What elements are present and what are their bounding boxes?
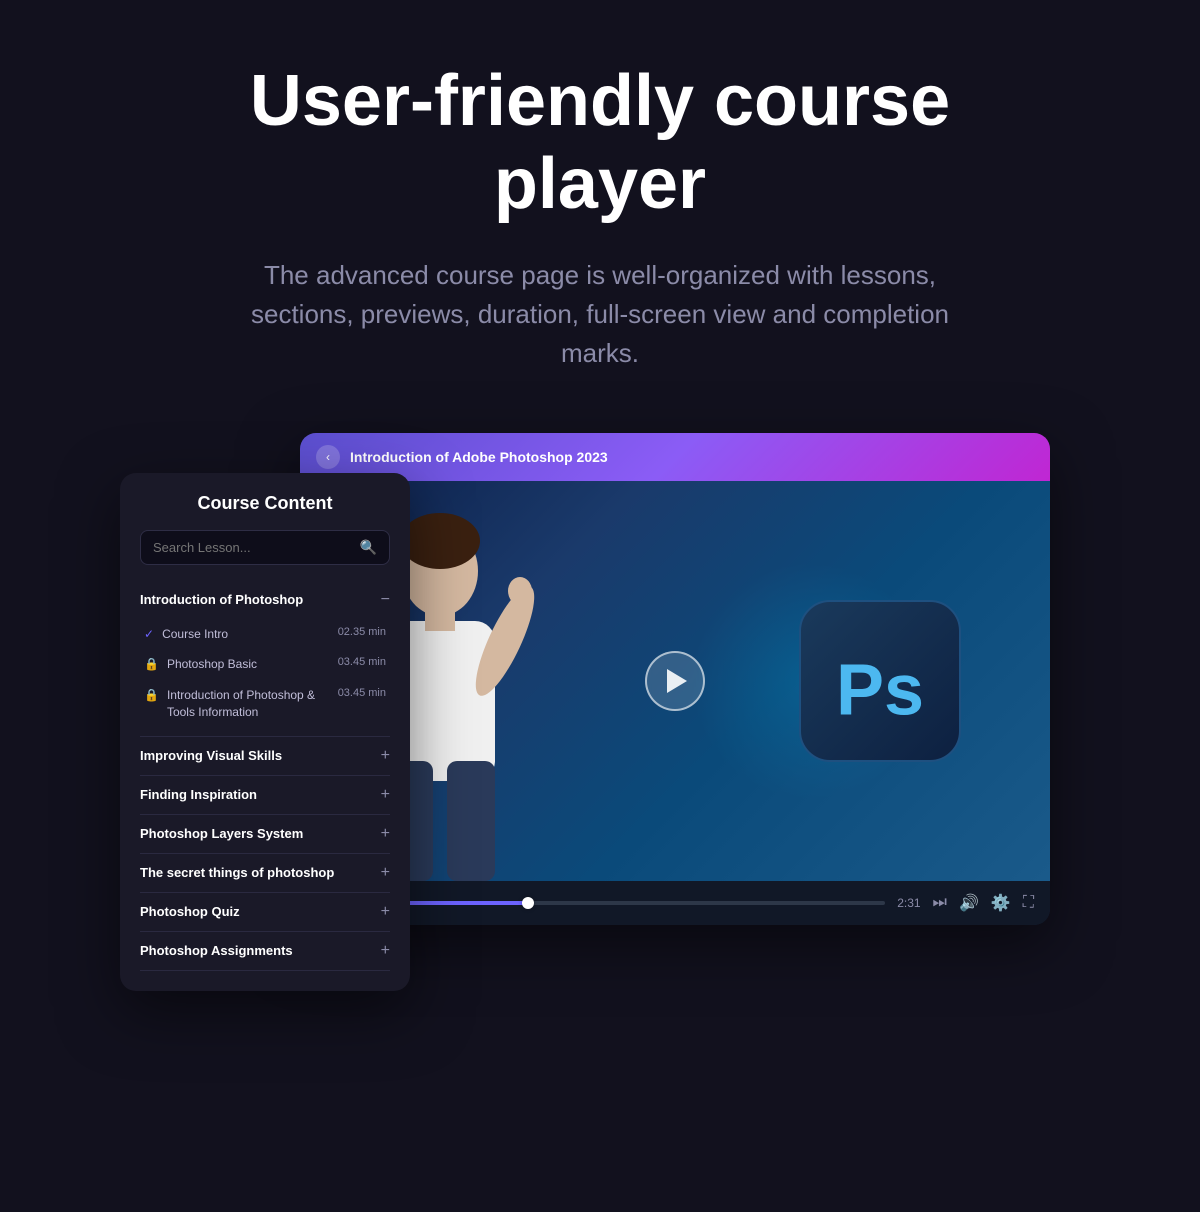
list-item[interactable]: 🔒 Photoshop Basic 03.45 min	[140, 649, 390, 680]
play-button[interactable]	[645, 651, 705, 711]
section-header-visual[interactable]: Improving Visual Skills +	[140, 737, 390, 776]
video-area: Ps	[300, 481, 1050, 881]
lesson-duration: 02.35 min	[338, 626, 386, 638]
section-title-inspiration: Finding Inspiration	[140, 787, 257, 802]
time-total: 2:31	[897, 896, 920, 910]
section-expand-icon: +	[381, 864, 390, 882]
player-container: Course Content 🔍 Introduction of Photosh…	[150, 433, 1050, 925]
section-title-layers: Photoshop Layers System	[140, 826, 303, 841]
video-player: ‹ Introduction of Adobe Photoshop 2023	[300, 433, 1050, 925]
volume-button[interactable]: 🔊	[959, 893, 979, 913]
section-title-visual: Improving Visual Skills	[140, 748, 282, 763]
player-header-title: Introduction of Adobe Photoshop 2023	[350, 449, 608, 465]
section-header-quiz[interactable]: Photoshop Quiz +	[140, 893, 390, 932]
progress-thumb	[522, 897, 534, 909]
checkmark-icon: ✓	[144, 627, 154, 641]
next-button[interactable]: ⏭	[933, 894, 947, 912]
lesson-duration: 03.45 min	[338, 687, 386, 699]
fullscreen-button[interactable]: ⛶	[1023, 894, 1034, 912]
section-expand-icon: +	[381, 903, 390, 921]
section-title-secret: The secret things of photoshop	[140, 865, 334, 880]
section-expand-icon: +	[381, 942, 390, 960]
course-panel-title: Course Content	[140, 493, 390, 514]
section-header-assignments[interactable]: Photoshop Assignments +	[140, 932, 390, 971]
section-header-layers[interactable]: Photoshop Layers System +	[140, 815, 390, 854]
section-expand-icon: +	[381, 786, 390, 804]
player-header: ‹ Introduction of Adobe Photoshop 2023	[300, 433, 1050, 481]
section-title-assignments: Photoshop Assignments	[140, 943, 293, 958]
video-controls: 0:51 2:31 ⏭ 🔊 ⚙️ ⛶	[300, 881, 1050, 925]
lock-icon: 🔒	[144, 688, 159, 702]
section-header-secret[interactable]: The secret things of photoshop +	[140, 854, 390, 893]
section-intro: Introduction of Photoshop − ✓ Course Int…	[140, 581, 390, 737]
play-triangle-icon	[667, 669, 687, 693]
hero-subtitle: The advanced course page is well-organiz…	[210, 256, 990, 373]
list-item[interactable]: 🔒 Introduction of Photoshop & Tools Info…	[140, 680, 390, 728]
lesson-title: Course Intro	[162, 626, 330, 643]
search-input[interactable]	[153, 540, 360, 555]
hero-title: User-friendly course player	[200, 60, 1000, 226]
settings-button[interactable]: ⚙️	[991, 893, 1011, 913]
course-panel: Course Content 🔍 Introduction of Photosh…	[120, 473, 410, 991]
photoshop-icon: Ps	[790, 591, 970, 771]
section-header-inspiration[interactable]: Finding Inspiration +	[140, 776, 390, 815]
search-box[interactable]: 🔍	[140, 530, 390, 565]
search-icon: 🔍	[360, 539, 377, 556]
list-item[interactable]: ✓ Course Intro 02.35 min	[140, 619, 390, 650]
back-button[interactable]: ‹	[316, 445, 340, 469]
section-collapse-icon: −	[381, 591, 390, 609]
lesson-title: Photoshop Basic	[167, 656, 330, 673]
section-title-intro: Introduction of Photoshop	[140, 592, 303, 607]
lock-icon: 🔒	[144, 657, 159, 671]
section-expand-icon: +	[381, 747, 390, 765]
section-expand-icon: +	[381, 825, 390, 843]
lesson-duration: 03.45 min	[338, 656, 386, 668]
section-header-intro[interactable]: Introduction of Photoshop −	[140, 581, 390, 619]
progress-bar[interactable]	[351, 901, 885, 905]
svg-text:Ps: Ps	[836, 650, 924, 730]
lesson-title: Introduction of Photoshop & Tools Inform…	[167, 687, 330, 721]
section-title-quiz: Photoshop Quiz	[140, 904, 240, 919]
